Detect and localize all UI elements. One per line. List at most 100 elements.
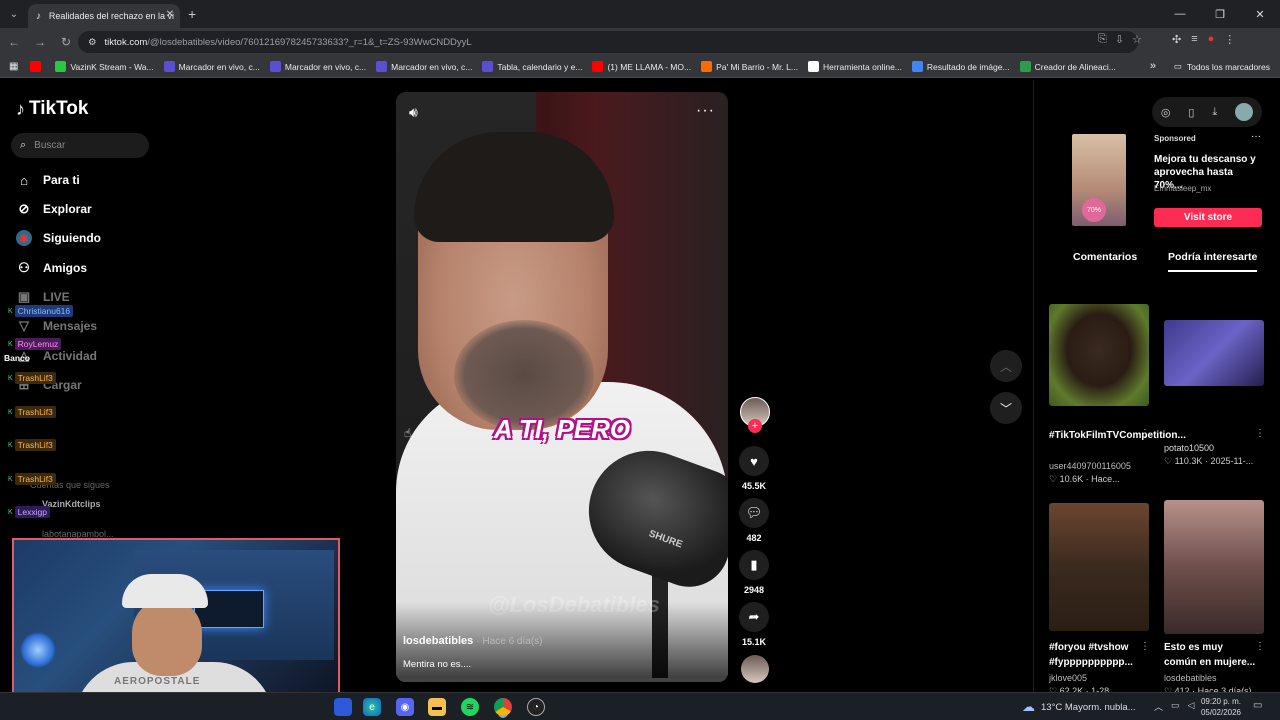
comment-icon[interactable]: 💬︎ (739, 498, 769, 528)
install-icon[interactable]: ⇩ (1115, 33, 1124, 46)
author-name[interactable]: losdebatibles (403, 635, 473, 647)
suggestion-title[interactable]: #foryou #tvshow #fypppppppppp... (1049, 640, 1141, 670)
notifications-icon[interactable]: ▭ (1253, 700, 1262, 711)
user-avatar[interactable] (1235, 103, 1254, 121)
site-info-icon[interactable]: ⚙ (88, 37, 97, 48)
bookmark-item[interactable]: Marcador en vivo, c... (163, 61, 260, 72)
video-description[interactable]: Mentira no es.... (403, 659, 471, 670)
suggestion-thumbnail[interactable] (1164, 500, 1264, 634)
tray-chevron-icon[interactable]: ︿ (1154, 700, 1163, 713)
previous-video-icon[interactable]: ︿ (990, 350, 1022, 382)
bookmark-star-icon[interactable]: ☆ (1132, 33, 1142, 46)
follow-plus-icon[interactable]: + (748, 419, 762, 433)
all-bookmarks[interactable]: ▭ Todos los marcadores (1174, 61, 1270, 72)
menu-icon[interactable]: ⋮ (1224, 33, 1235, 46)
visit-store-button[interactable]: Visit store (1154, 208, 1262, 227)
suggestion-user[interactable]: jklove005 (1049, 673, 1087, 683)
bookmark-favicon-icon (376, 61, 388, 72)
chrome-icon[interactable] (494, 698, 512, 716)
apps-icon[interactable]: ▦ (9, 61, 18, 72)
chat-message: K TrashLif3 (8, 473, 56, 485)
suggestion-thumbnail[interactable] (1049, 304, 1149, 406)
weather-widget[interactable]: ☁ 13°C Mayorm. nubla... (1022, 699, 1136, 715)
download-icon[interactable]: ⤓ (1212, 106, 1217, 119)
suggestion-thumbnail[interactable] (1049, 503, 1149, 631)
volume-icon[interactable]: 🔊︎ (409, 104, 418, 121)
suggestion-title[interactable]: #TikTokFilmTVCompetition... (1049, 428, 1186, 443)
device-icon[interactable]: ▯ (1188, 106, 1194, 119)
address-bar[interactable]: ⚙ tiktok.com/@losdebatibles/video/760121… (78, 31, 1138, 53)
bookmark-item[interactable] (30, 61, 45, 72)
sidebar-item-mensajes[interactable]: ▽ Mensajes (16, 318, 97, 334)
browser-tab[interactable]: ♪ Realidades del rechazo en la vi ✕ (28, 4, 180, 28)
network-icon[interactable]: ▭ (1171, 700, 1180, 713)
explore-icon[interactable]: ◎ (1161, 106, 1171, 119)
bookmark-item[interactable]: Pa' Mi Barrio - Mr. L... (701, 61, 798, 72)
close-window-icon[interactable]: ✕ (1240, 0, 1280, 28)
sidebar-item-explorar[interactable]: ⊘ Explorar (16, 201, 92, 217)
video-player[interactable]: SHURE A TI, PERO @LosDebatibles 🔊︎ ··· l… (396, 92, 728, 682)
extensions-icon[interactable]: ✣ (1172, 33, 1181, 46)
suggestion-more-icon[interactable]: ⋮ (1140, 641, 1150, 652)
save-action[interactable]: ▮ 2948 (738, 550, 770, 595)
suggestion-user[interactable]: losdebatibles (1164, 673, 1217, 683)
discord-icon[interactable]: ◉ (396, 698, 414, 716)
ad-image[interactable]: 70% (1072, 134, 1126, 226)
bookmark-item[interactable]: (1) ME LLAMA - MO... (592, 61, 691, 72)
bookmark-icon[interactable]: ▮ (739, 550, 769, 580)
share-icon[interactable]: ➦ (739, 602, 769, 632)
suggestion-more-icon[interactable]: ⋮ (1140, 428, 1150, 439)
like-action[interactable]: ♥ 45.5K (738, 446, 770, 491)
tab-close-icon[interactable]: ✕ (166, 9, 174, 20)
bookmarks-more-icon[interactable]: » (1150, 60, 1156, 72)
suggestion-more-icon[interactable]: ⋮ (1255, 641, 1265, 652)
bookmark-item[interactable]: Marcador en vivo, c... (376, 61, 472, 72)
bookmark-item[interactable]: Resultado de imáge... (911, 61, 1010, 72)
edge-icon[interactable]: e (363, 698, 381, 716)
suggestion-title[interactable]: Esto es muy común en mujere... (1164, 640, 1256, 670)
bookmark-item[interactable]: Marcador en vivo, c... (269, 61, 366, 72)
tab-search-icon[interactable]: ⌄ (2, 4, 26, 24)
tiktok-logo[interactable]: ♪ TikTok (16, 98, 88, 120)
taskbar-app-icon[interactable] (334, 698, 352, 716)
forward-icon[interactable]: → (28, 30, 52, 54)
translate-icon[interactable]: ⎘ (1098, 33, 1107, 46)
suggestion-user[interactable]: potato10500 (1164, 443, 1214, 453)
suggestion-thumbnail[interactable] (1164, 320, 1264, 386)
spotify-icon[interactable]: ≋ (461, 698, 479, 716)
heart-icon[interactable]: ♥ (739, 446, 769, 476)
music-disc-avatar[interactable] (741, 655, 769, 683)
video-author[interactable]: losdebatibles · Hace 6 día(s) (403, 635, 543, 647)
bookmark-item[interactable]: Tabla, calendario y e... (482, 61, 582, 72)
file-explorer-icon[interactable]: ▬ (428, 698, 446, 716)
volume-tray-icon[interactable]: ◁ (1188, 700, 1195, 713)
media-icon[interactable]: ≡ (1191, 33, 1197, 46)
ad-more-icon[interactable]: ··· (1251, 131, 1261, 142)
next-video-icon[interactable]: ﹀ (990, 392, 1022, 424)
back-icon[interactable]: ← (2, 30, 26, 54)
sidebar-item-live[interactable]: ▣ LIVE (16, 289, 70, 305)
followed-account[interactable]: VazinKdtclips (42, 499, 101, 509)
suggestion-more-icon[interactable]: ⋮ (1255, 428, 1265, 439)
share-action[interactable]: ➦ 15.1K (738, 602, 770, 647)
taskbar-clock[interactable]: 09:20 p. m. 05/02/2026 (1196, 696, 1246, 718)
obs-icon[interactable]: ◔ (527, 698, 545, 716)
bookmark-item[interactable]: Herramienta online... (807, 61, 902, 72)
tab-comments[interactable]: Comentarios (1073, 251, 1137, 263)
suggestion-user[interactable]: user4409700116005 (1049, 461, 1131, 471)
sidebar-item-siguiendo[interactable]: ◉ Siguiendo (16, 230, 101, 246)
sidebar-item-para-ti[interactable]: ⌂ Para ti (16, 172, 80, 188)
bookmark-item[interactable]: Creador de Alineaci... (1019, 61, 1116, 72)
profile-icon[interactable]: ● (1208, 33, 1215, 46)
comment-action[interactable]: 💬︎ 482 (738, 498, 770, 543)
reload-icon[interactable]: ↻ (54, 30, 78, 54)
restore-icon[interactable]: ❐ (1200, 0, 1240, 28)
more-options-icon[interactable]: ··· (696, 102, 715, 120)
video-progress-bar[interactable] (396, 678, 728, 682)
minimize-icon[interactable]: — (1160, 0, 1200, 28)
tab-suggested[interactable]: Podría interesarte (1168, 251, 1258, 272)
bookmark-item[interactable]: VazinK Stream - Wa... (55, 61, 154, 72)
new-tab-button[interactable]: + (188, 6, 196, 22)
sidebar-item-amigos[interactable]: ⚇ Amigos (16, 260, 87, 276)
search-input[interactable]: ⌕ Buscar (11, 133, 149, 158)
